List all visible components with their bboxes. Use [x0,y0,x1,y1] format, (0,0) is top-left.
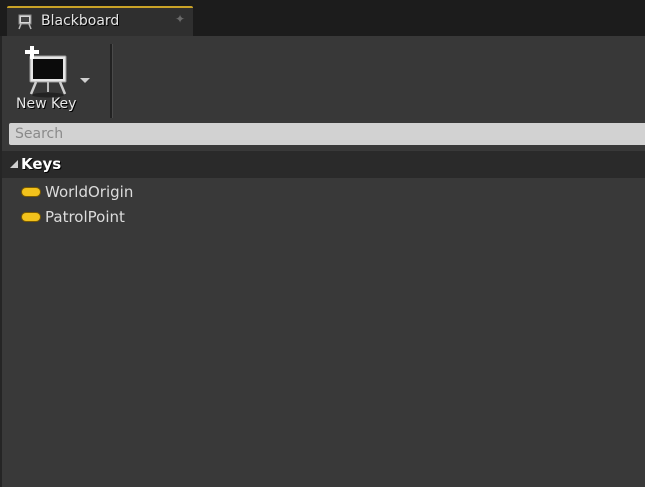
keys-section-header[interactable]: Keys [0,151,645,178]
panel-left-edge [0,36,2,487]
key-item-world-origin[interactable]: WorldOrigin [0,180,645,205]
close-icon[interactable]: ✦ [175,12,185,26]
key-name: WorldOrigin [45,183,134,201]
tab-strip: Blackboard ✦ [0,0,645,36]
collapse-arrow-icon[interactable] [10,160,18,168]
tab-label: Blackboard [41,13,120,29]
key-type-pill-icon [22,188,40,196]
key-item-patrol-point[interactable]: PatrolPoint [0,205,645,230]
key-type-pill-icon [22,213,40,221]
key-name: PatrolPoint [45,208,125,226]
key-list: WorldOrigin PatrolPoint [0,180,645,230]
blackboard-panel: Blackboard ✦ New Key Search Keys WorldOr… [0,0,645,487]
toolbar: New Key [0,36,645,120]
blackboard-icon [18,14,32,30]
dropdown-arrow-icon[interactable] [80,78,90,83]
new-key-label: New Key [16,96,77,112]
toolbar-divider [110,44,113,118]
new-key-button[interactable]: New Key [10,42,98,118]
blackboard-add-icon [25,46,67,98]
search-input[interactable]: Search [9,123,645,145]
keys-section-label: Keys [21,155,62,173]
tab-blackboard[interactable]: Blackboard ✦ [7,6,193,36]
